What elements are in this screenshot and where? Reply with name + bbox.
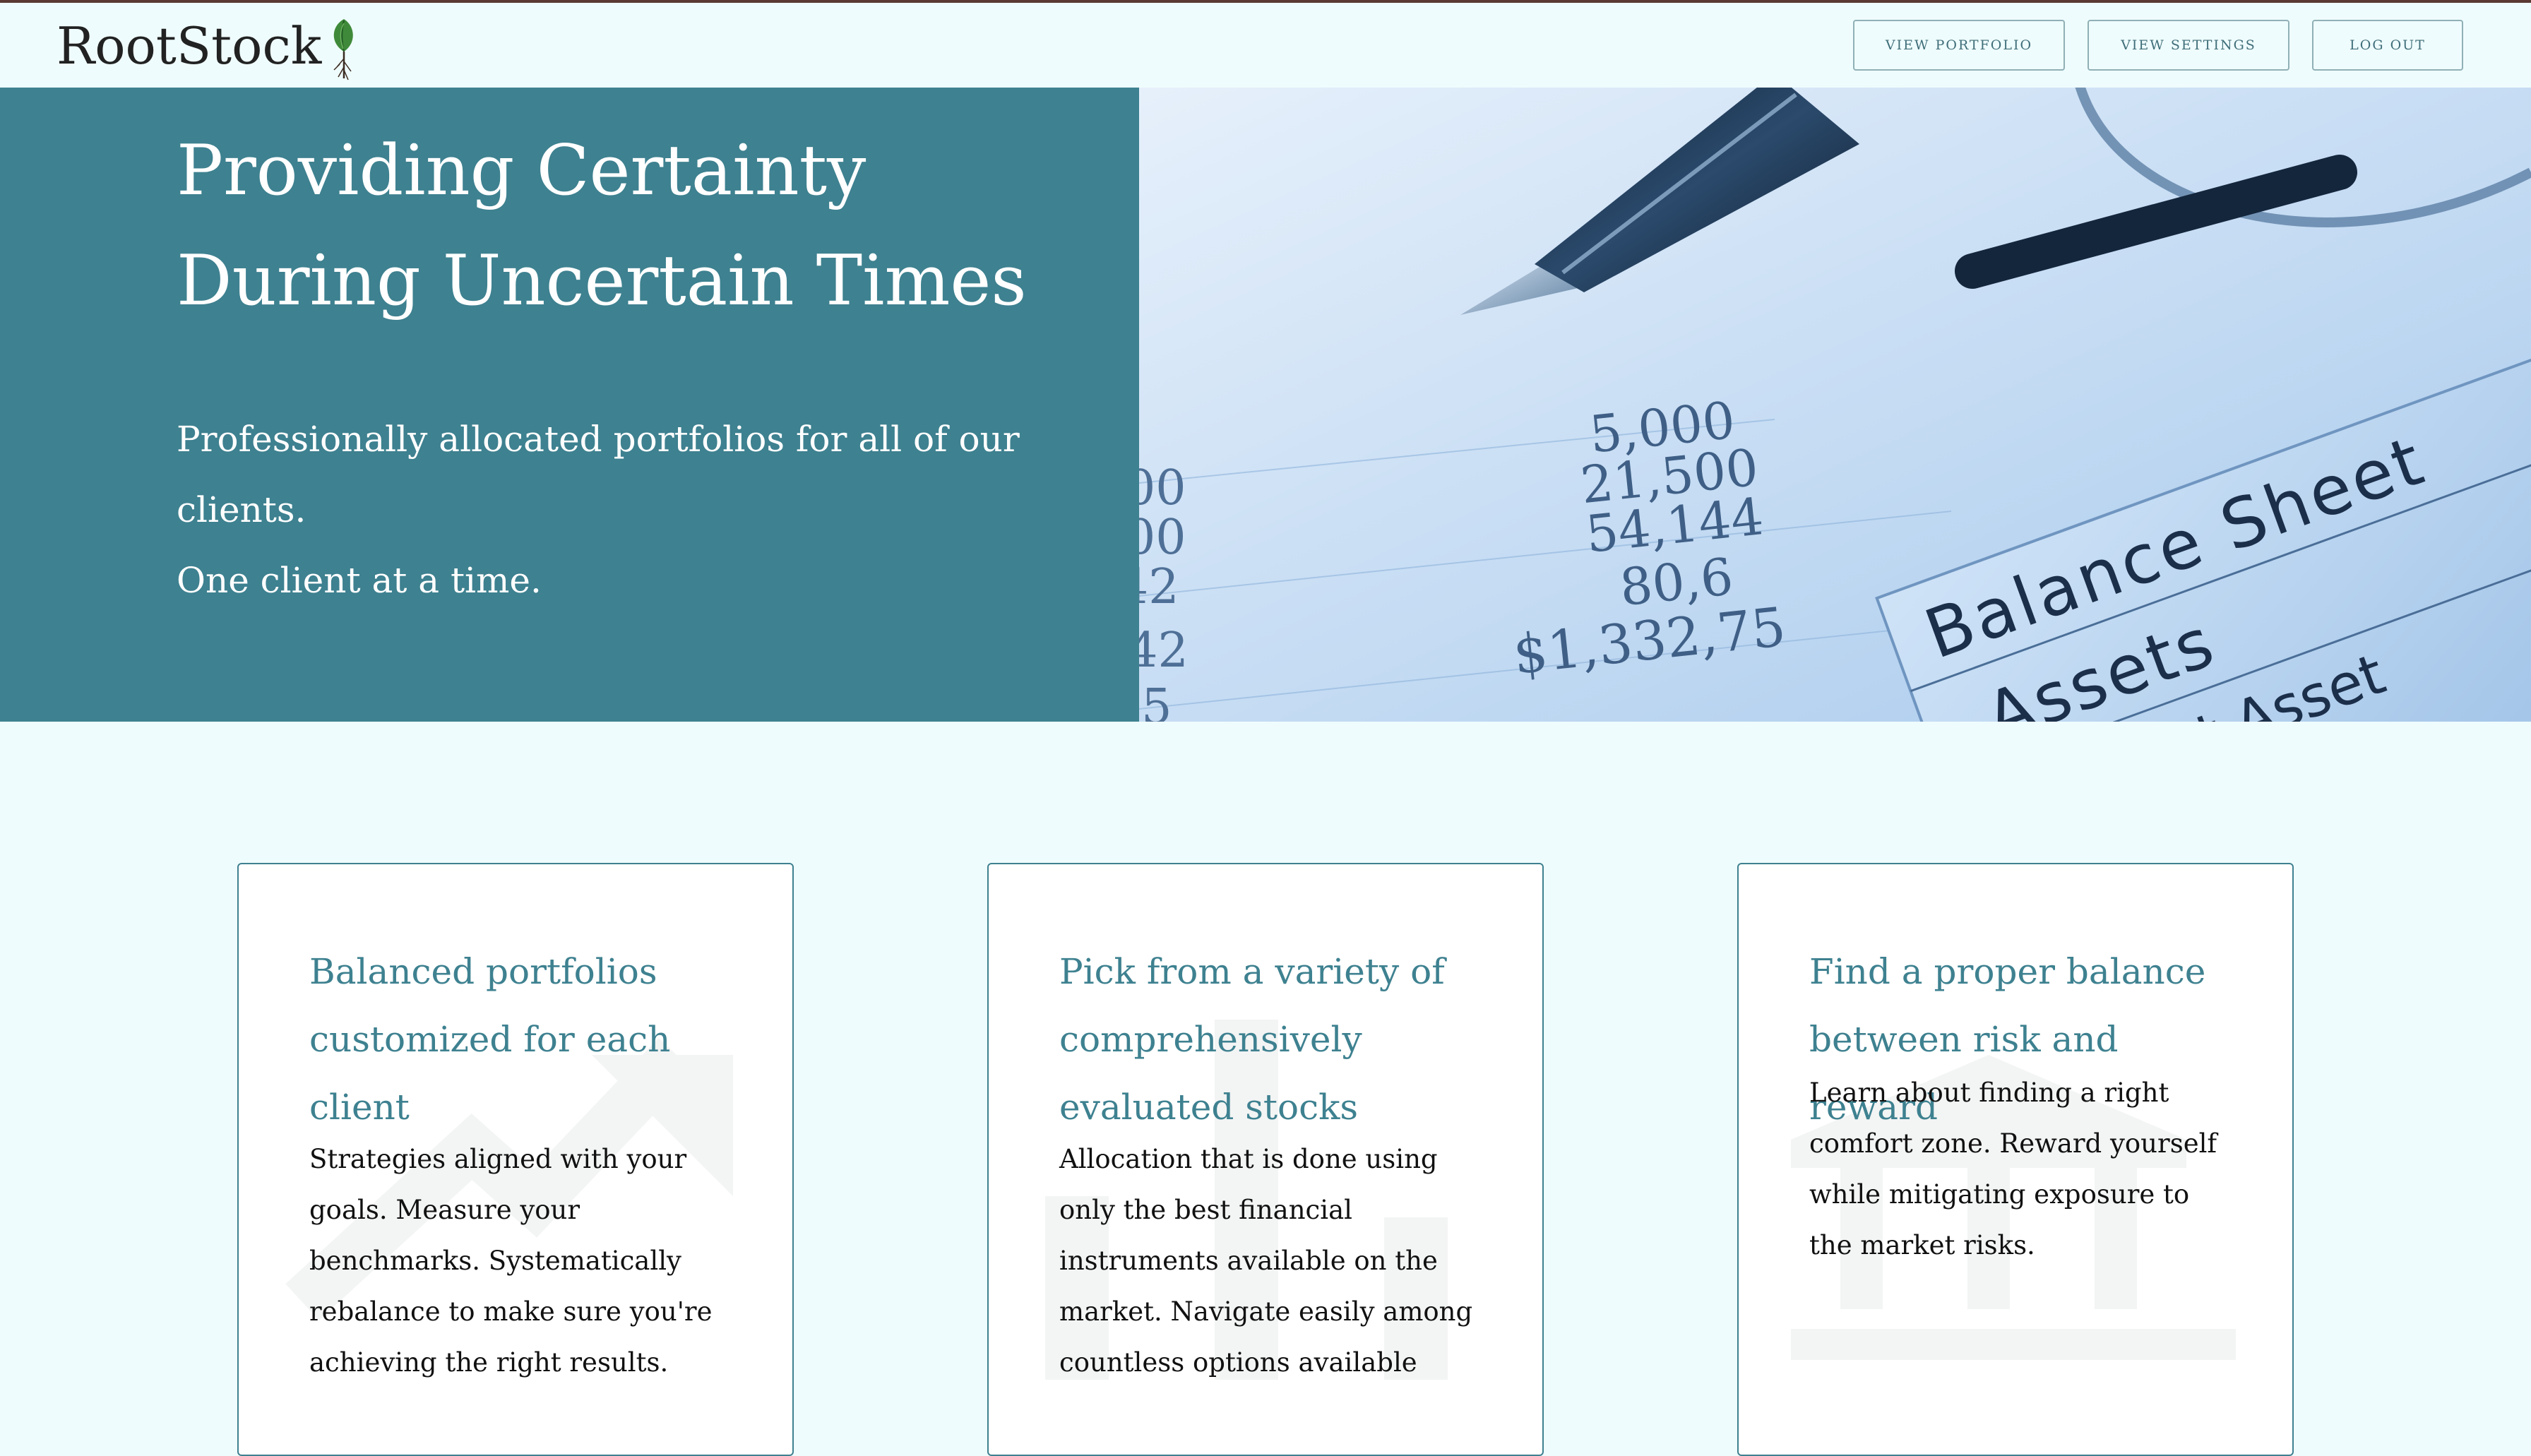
sprout-icon xyxy=(333,19,354,80)
brand-logo-link[interactable]: RootStock xyxy=(56,7,364,85)
hero-subtitle-line: One client at a time. xyxy=(177,560,542,601)
hero-subtitle-line: clients. xyxy=(177,489,306,530)
view-settings-button[interactable]: VIEW SETTINGS xyxy=(2088,20,2289,71)
photo-number: 05 xyxy=(1139,679,1172,722)
card-text: Strategies aligned with your goals. Meas… xyxy=(309,1144,713,1378)
card-text: Learn about finding a right comfort zone… xyxy=(1809,1078,2217,1260)
photo-number: 342 xyxy=(1139,623,1189,679)
photo-number: 42 xyxy=(1139,559,1179,615)
hero-title-line: During Uncertain Times xyxy=(177,241,1027,321)
hero-title: Providing Certainty During Uncertain Tim… xyxy=(177,116,1095,336)
balance-sheet-photo: 5,000 21,500 54,144 80,6 $1,332,75 00 00… xyxy=(1139,88,2531,722)
balance-sheet-illustration: 5,000 21,500 54,144 80,6 $1,332,75 00 00… xyxy=(1139,88,2531,722)
log-out-button[interactable]: LOG OUT xyxy=(2312,20,2463,71)
hero-title-line: Providing Certainty xyxy=(177,131,867,211)
hero-text-panel: Providing Certainty During Uncertain Tim… xyxy=(0,88,1139,722)
card-title: Balanced portfolios customized for each … xyxy=(309,951,671,1128)
brand-name: RootStock xyxy=(56,16,322,76)
view-portfolio-button[interactable]: VIEW PORTFOLIO xyxy=(1853,20,2065,71)
photo-number: 00 xyxy=(1139,460,1186,516)
feature-card-balanced-portfolios: Balanced portfolios customized for each … xyxy=(237,863,794,1456)
feature-card-stock-variety: Pick from a variety of comprehensively e… xyxy=(987,863,1544,1456)
hero-section: Providing Certainty During Uncertain Tim… xyxy=(0,88,2531,722)
hero-subtitle-line: Professionally allocated portfolios for … xyxy=(177,419,1020,460)
navbar: RootStock VIEW PORTFOLIO VIEW SETTINGS L… xyxy=(0,3,2531,88)
feature-card-risk-reward: Find a proper balance between risk and r… xyxy=(1737,863,2294,1456)
hero-subtitle: Professionally allocated portfolios for … xyxy=(177,404,1095,616)
card-text: Allocation that is done using only the b… xyxy=(1059,1144,1473,1378)
card-title: Pick from a variety of comprehensively e… xyxy=(1059,951,1445,1128)
photo-number: 00 xyxy=(1139,510,1186,566)
